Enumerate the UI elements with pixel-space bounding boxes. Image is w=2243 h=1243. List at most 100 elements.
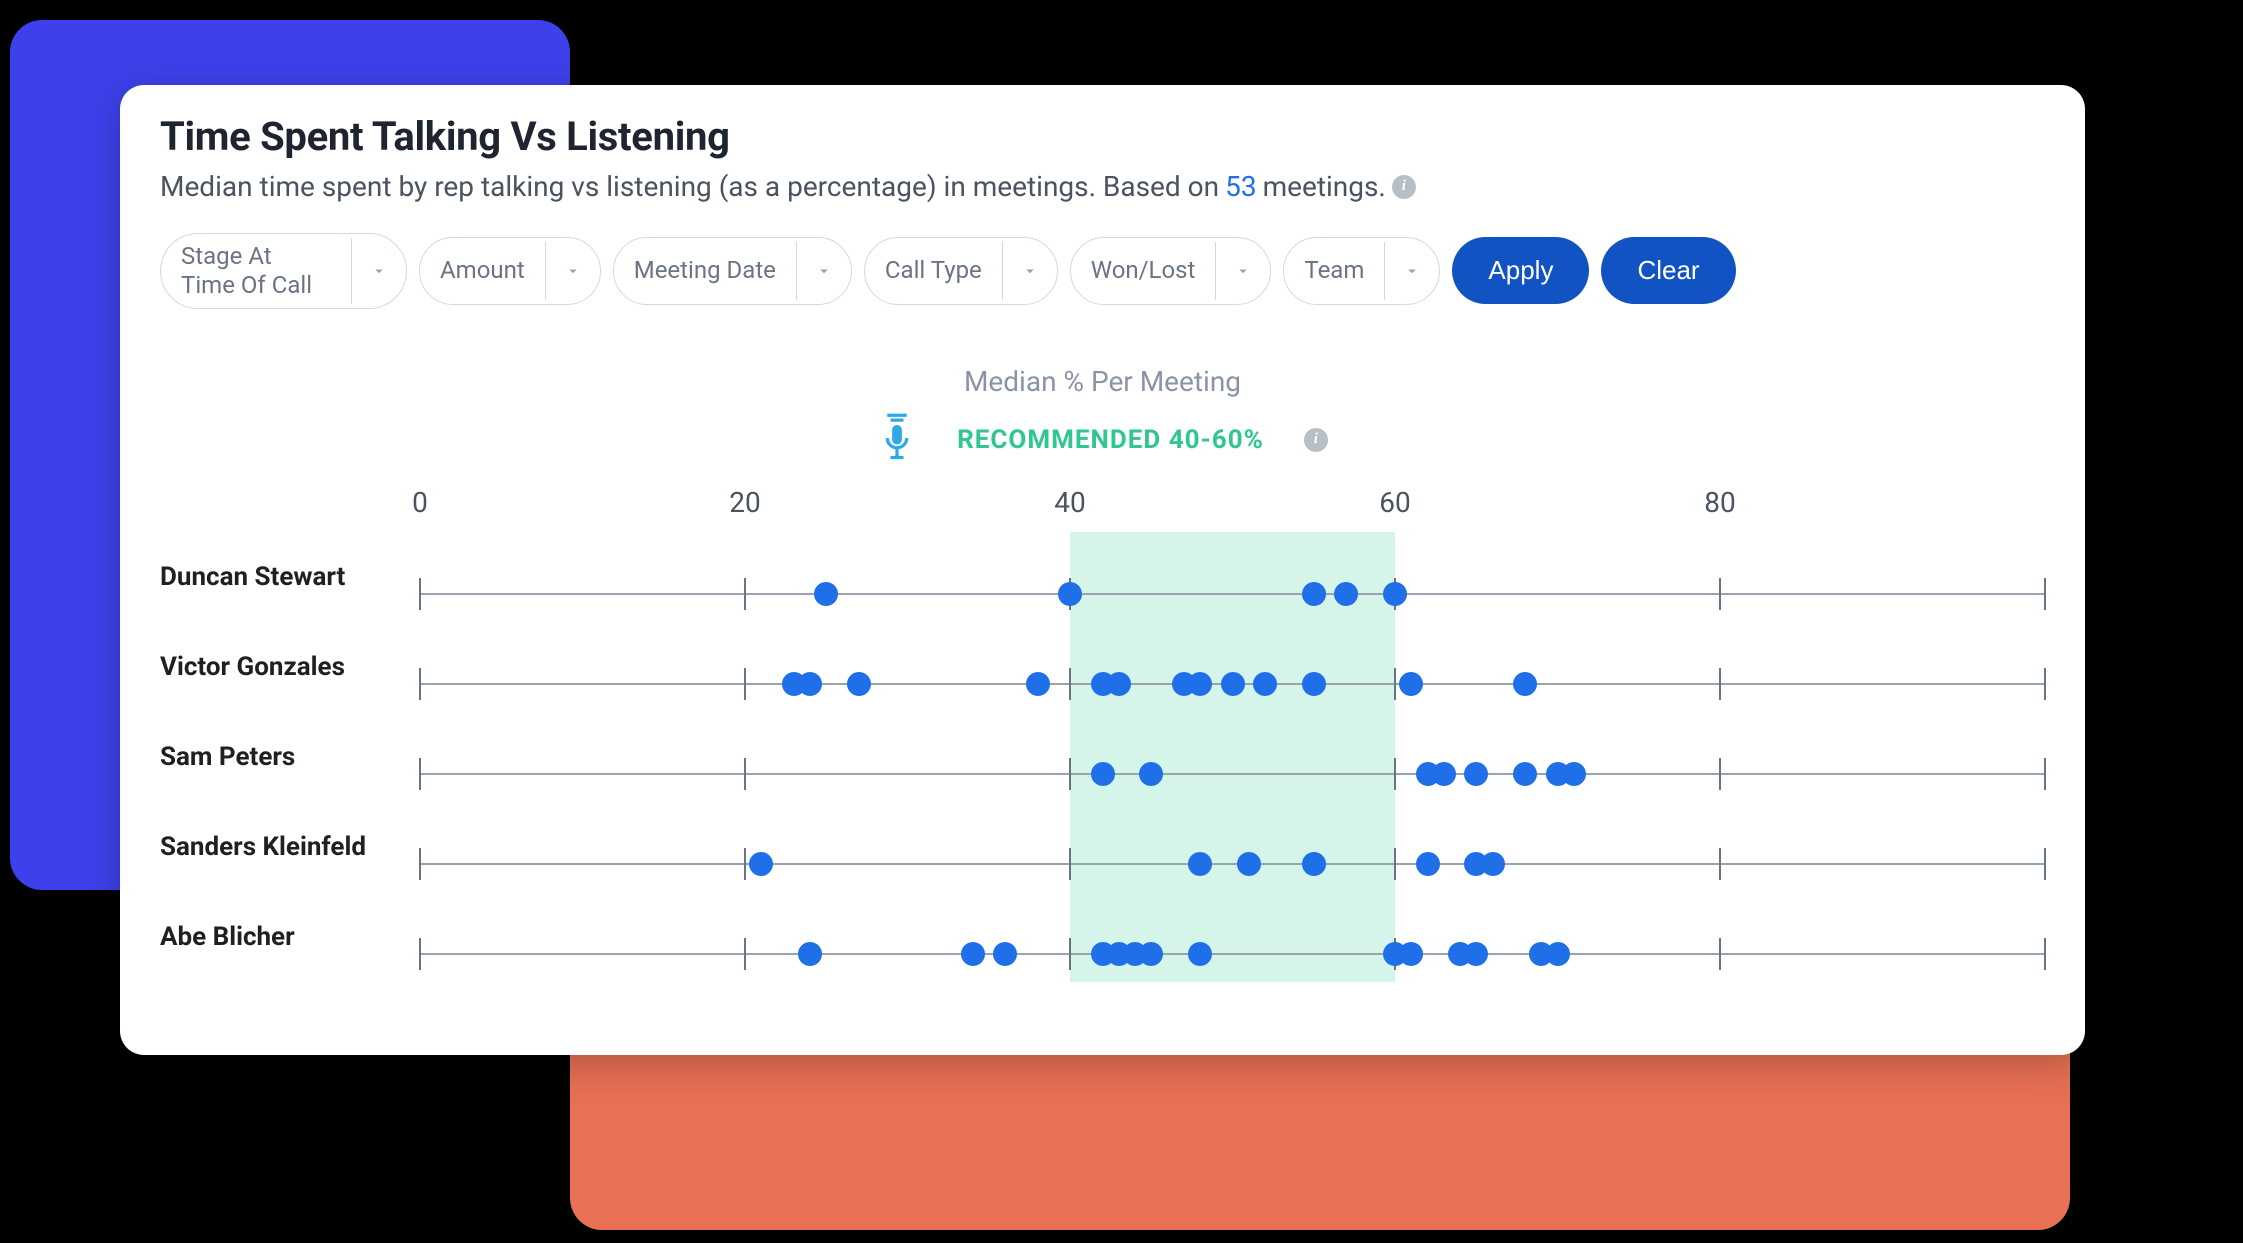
axis-tick [419,758,421,790]
recommended-label: RECOMMENDED 40-60% [957,425,1264,455]
data-point[interactable] [1188,672,1212,696]
data-point[interactable] [1416,852,1440,876]
axis-tick [744,938,746,970]
axis-tick [744,578,746,610]
plot-row [420,892,2045,982]
filter-label: Won/Lost [1071,248,1216,293]
data-point[interactable] [1091,762,1115,786]
chevron-down-icon [1003,262,1057,280]
data-point[interactable] [798,672,822,696]
data-point[interactable] [1237,852,1261,876]
data-point[interactable] [1334,582,1358,606]
axis-tick [1719,848,1721,880]
axis-tick-label: 0 [412,486,428,519]
data-point[interactable] [1464,762,1488,786]
dot-plot: Duncan StewartVictor GonzalesSam PetersS… [160,486,2045,982]
data-point[interactable] [1221,672,1245,696]
data-point[interactable] [798,942,822,966]
data-point[interactable] [1302,852,1326,876]
clear-button[interactable]: Clear [1601,237,1735,304]
axis-tick [1719,668,1721,700]
chevron-down-icon [1216,262,1270,280]
axis-tick [744,668,746,700]
axis-tick [419,938,421,970]
data-point[interactable] [814,582,838,606]
filter-label: Meeting Date [614,248,796,293]
axis-tick-label: 60 [1379,486,1410,519]
recommended-row: RECOMMENDED 40-60% i [160,412,2045,468]
data-point[interactable] [1432,762,1456,786]
data-point[interactable] [1302,582,1326,606]
data-point[interactable] [1513,672,1537,696]
axis-tick [1394,668,1396,700]
info-icon[interactable]: i [1392,175,1416,199]
plot-row [420,712,2045,802]
plot-track [420,578,2045,610]
track-line [420,773,2045,775]
data-point[interactable] [1188,942,1212,966]
names-column: Duncan StewartVictor GonzalesSam PetersS… [160,486,420,982]
axis-tick-label: 20 [729,486,760,519]
data-point[interactable] [1058,582,1082,606]
filter-bar: Stage At Time Of CallAmount Meeting Date C… [160,233,2045,309]
data-point[interactable] [847,672,871,696]
axis-tick [1069,668,1071,700]
data-point[interactable] [1139,942,1163,966]
subtitle-suffix: meetings. [1263,170,1386,203]
data-point[interactable] [1302,672,1326,696]
track-line [420,593,2045,595]
chevron-down-icon [352,262,406,280]
plot-track [420,668,2045,700]
filter-dropdown[interactable]: Won/Lost [1070,237,1272,305]
chart-axis-title: Median % Per Meeting [160,365,2045,398]
plot-row [420,802,2045,892]
analytics-card: Time Spent Talking Vs Listening Median t… [120,85,2085,1055]
subtitle-prefix: Median time spent by rep talking vs list… [160,170,1219,203]
axis-tick [2044,848,2046,880]
chevron-down-icon [546,262,600,280]
track-line [420,863,2045,865]
data-point[interactable] [1139,762,1163,786]
axis-tick [1394,758,1396,790]
filter-dropdown[interactable]: Stage At Time Of Call [160,233,407,309]
axis-tick-label: 80 [1704,486,1735,519]
meeting-count: 53 [1225,170,1256,203]
axis-tick [1719,578,1721,610]
data-point[interactable] [1253,672,1277,696]
data-point[interactable] [961,942,985,966]
microphone-icon [877,412,917,468]
axis-tick [2044,668,2046,700]
filter-dropdown[interactable]: Call Type [864,237,1058,305]
plot-track [420,938,2045,970]
card-subtitle: Median time spent by rep talking vs list… [160,170,2045,203]
filter-dropdown[interactable]: Meeting Date [613,237,852,305]
rep-name: Duncan Stewart [160,532,420,622]
axis-tick [1394,848,1396,880]
axis-tick [2044,758,2046,790]
data-point[interactable] [1026,672,1050,696]
rep-name: Sanders Kleinfeld [160,802,420,892]
data-point[interactable] [1107,672,1131,696]
data-point[interactable] [1546,942,1570,966]
rep-name: Abe Blicher [160,892,420,982]
data-point[interactable] [1562,762,1586,786]
chevron-down-icon [797,262,851,280]
axis-tick [1069,848,1071,880]
data-point[interactable] [1383,582,1407,606]
data-point[interactable] [749,852,773,876]
data-point[interactable] [1399,672,1423,696]
filter-dropdown[interactable]: Amount [419,237,601,305]
data-point[interactable] [1513,762,1537,786]
data-point[interactable] [1188,852,1212,876]
apply-button[interactable]: Apply [1452,237,1589,304]
data-point[interactable] [1464,942,1488,966]
info-icon[interactable]: i [1304,428,1328,452]
filter-dropdown[interactable]: Team [1283,237,1440,305]
axis-tick-label: 40 [1054,486,1085,519]
data-point[interactable] [993,942,1017,966]
axis-tick [1719,758,1721,790]
axis-tick [419,668,421,700]
data-point[interactable] [1481,852,1505,876]
axis-tick [1069,758,1071,790]
data-point[interactable] [1399,942,1423,966]
